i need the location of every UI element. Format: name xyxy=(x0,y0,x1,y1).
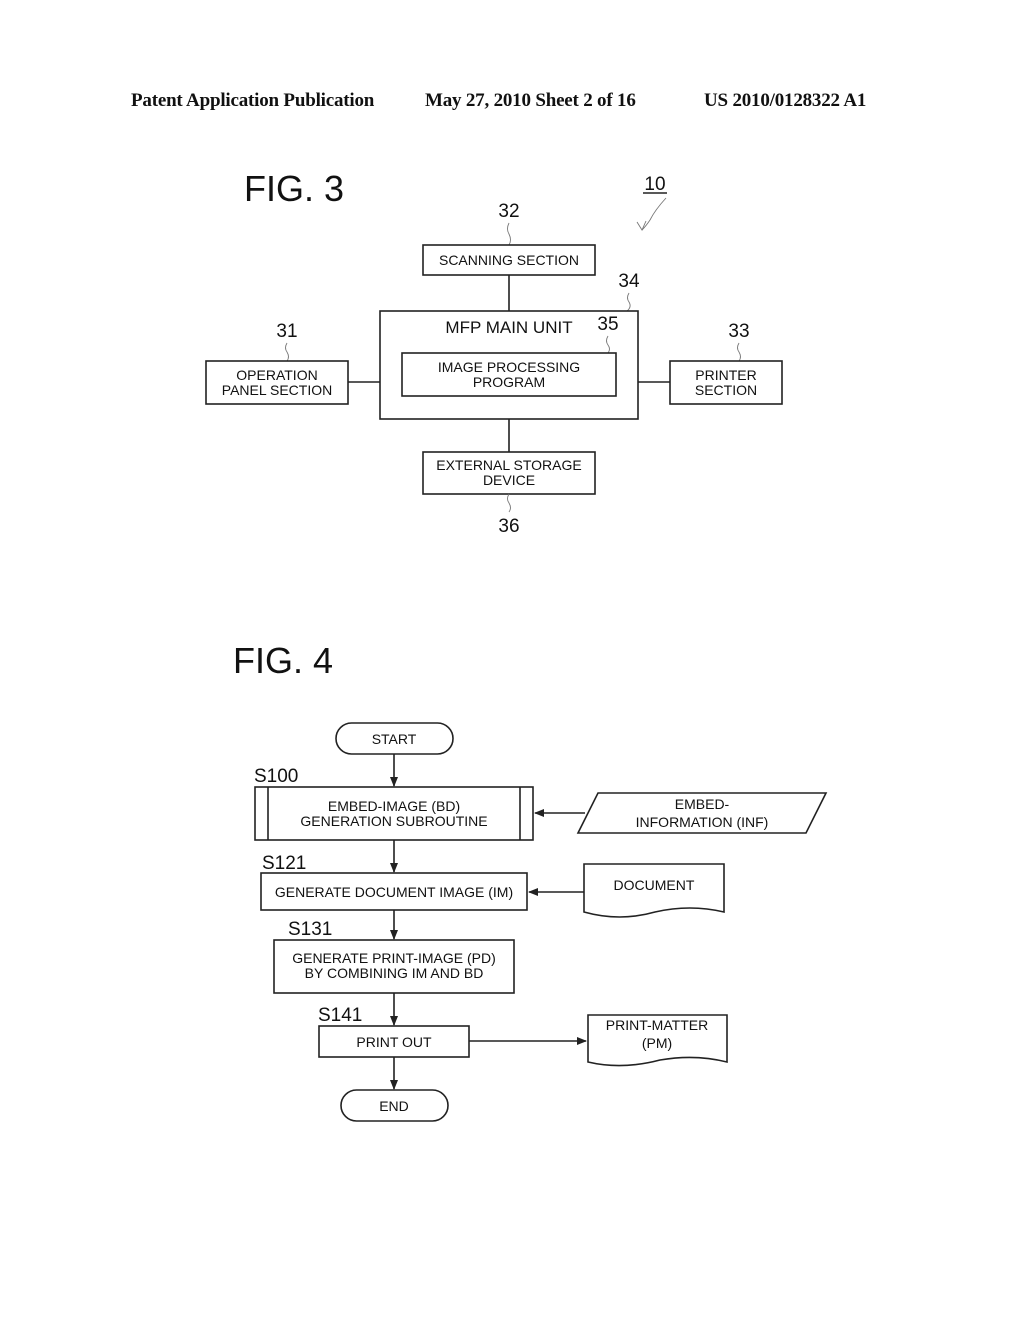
printer-section-block: 33 PRINTER SECTION xyxy=(669,321,783,405)
start-label: START xyxy=(372,731,417,747)
step-s141-id: S141 xyxy=(318,1005,362,1026)
step-s131-line1: GENERATE PRINT-IMAGE (PD) xyxy=(292,950,496,966)
ref-35: 35 xyxy=(597,314,618,335)
printer-label-line2: SECTION xyxy=(695,382,757,398)
step-s100-line1: EMBED-IMAGE (BD) xyxy=(328,798,460,814)
fig4-flowchart: START S100 EMBED-IMAGE (BD) GENERATION S… xyxy=(254,722,828,1122)
printer-label-line1: PRINTER xyxy=(695,367,756,383)
step-s141-label: PRINT OUT xyxy=(356,1034,432,1050)
end-label: END xyxy=(379,1098,409,1114)
operation-panel-label-line2: PANEL SECTION xyxy=(222,382,332,398)
document-label: DOCUMENT xyxy=(614,877,695,893)
scanning-section-block: 32 SCANNING SECTION xyxy=(422,201,596,276)
ref-31: 31 xyxy=(276,321,297,342)
ref-10: 10 xyxy=(644,174,665,195)
ref-31-leader xyxy=(285,342,289,362)
step-s131-line2: BY COMBINING IM AND BD xyxy=(305,965,484,981)
print-matter-line1: PRINT-MATTER xyxy=(606,1017,708,1033)
start-terminal: START xyxy=(335,722,454,755)
print-matter-line2: (PM) xyxy=(642,1035,672,1051)
embed-info-line1: EMBED- xyxy=(675,796,730,812)
fig3-diagram: 10 32 SCANNING SECTION 34 MFP MAIN UNIT … xyxy=(205,174,783,537)
ref-10-leader xyxy=(641,197,667,231)
operation-panel-block: 31 OPERATION PANEL SECTION xyxy=(205,321,349,405)
external-storage-block: EXTERNAL STORAGE DEVICE 36 xyxy=(422,451,596,537)
step-s121-label: GENERATE DOCUMENT IMAGE (IM) xyxy=(275,884,513,900)
ref-36: 36 xyxy=(498,516,519,537)
image-processing-label-line1: IMAGE PROCESSING xyxy=(438,359,580,375)
storage-label-line2: DEVICE xyxy=(483,472,535,488)
print-matter-output: PRINT-MATTER (PM) xyxy=(587,1014,728,1067)
end-terminal: END xyxy=(340,1089,449,1122)
image-processing-label-line2: PROGRAM xyxy=(473,374,545,390)
ref-33-leader xyxy=(737,342,741,362)
ref-36-leader xyxy=(507,493,511,513)
ref-34: 34 xyxy=(618,271,640,292)
step-s100-id: S100 xyxy=(254,766,298,787)
step-s121-id: S121 xyxy=(262,853,306,874)
ref-10-arrowhead xyxy=(636,220,647,231)
ref-33: 33 xyxy=(728,321,749,342)
operation-panel-label-line1: OPERATION xyxy=(236,367,317,383)
ref-34-leader xyxy=(626,292,631,312)
mfp-main-unit-label: MFP MAIN UNIT xyxy=(445,318,572,337)
ref-32-leader xyxy=(507,222,511,246)
document-input: DOCUMENT xyxy=(583,863,725,918)
step-s131-id: S131 xyxy=(288,919,332,940)
step-s100-line2: GENERATION SUBROUTINE xyxy=(300,813,487,829)
embed-info-line2: INFORMATION (INF) xyxy=(636,814,769,830)
diagram-canvas: 10 32 SCANNING SECTION 34 MFP MAIN UNIT … xyxy=(205,174,828,1122)
scanning-section-label: SCANNING SECTION xyxy=(439,252,579,268)
embed-information-input: EMBED- INFORMATION (INF) xyxy=(576,792,828,834)
storage-label-line1: EXTERNAL STORAGE xyxy=(436,457,581,473)
ref-32: 32 xyxy=(498,201,519,222)
